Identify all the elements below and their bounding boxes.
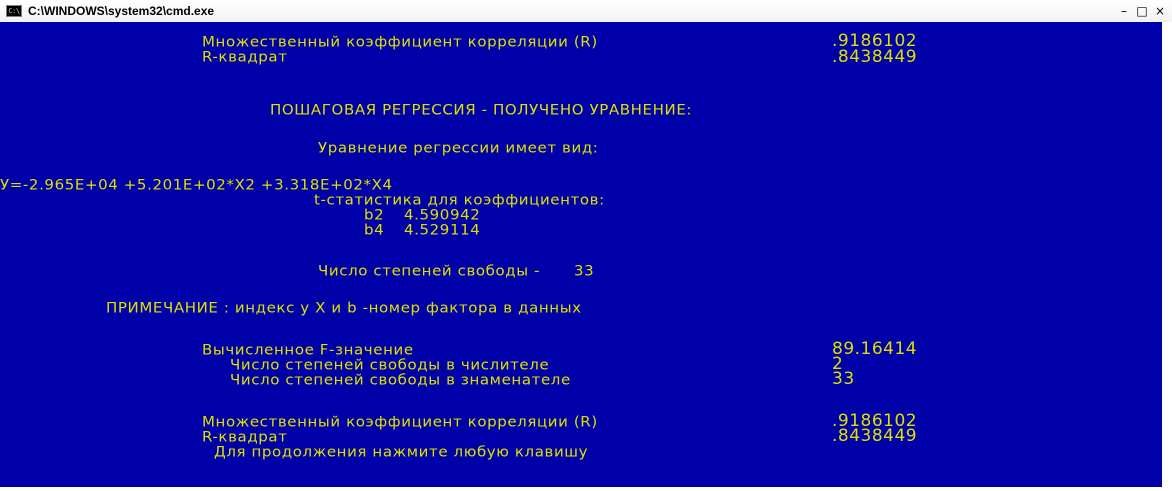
- minimize-button[interactable]: –: [1116, 3, 1132, 18]
- close-button[interactable]: ×: [1152, 3, 1168, 18]
- dof-value: 33: [574, 262, 595, 280]
- t-stat-b2-value: 4.590942: [404, 206, 481, 224]
- continue-prompt: Для продолжения нажмите любую клавишу: [214, 443, 589, 461]
- window-controls: – □ ×: [1116, 3, 1168, 18]
- cmd-window: C:\ C:\WINDOWS\system32\cmd.exe – □ × Мн…: [0, 0, 1172, 491]
- t-stat-b2-name: b2: [364, 206, 385, 224]
- t-stat-b4-name: b4: [364, 221, 385, 239]
- console-icon: C:\: [6, 5, 22, 17]
- dof-label: Число степеней свободы -: [318, 262, 541, 280]
- numerator-dof-label: Число степеней свободы в числителе: [230, 356, 550, 374]
- regression-equation: У=-2.965E+04 +5.201E+02*X2 +3.318E+02*X4: [0, 176, 393, 194]
- top-r2-value: .8438449: [832, 47, 918, 67]
- bottom-r2-value: .8438449: [832, 426, 918, 446]
- bottom-r-label: Множественный коэффициент корреляции (R): [202, 413, 598, 431]
- top-r-label: Множественный коэффициент корреляции (R): [202, 33, 598, 51]
- denominator-dof-label: Число степеней свободы в знаменателе: [230, 371, 571, 389]
- f-value-label: Вычисленное F-значение: [202, 341, 414, 359]
- right-border: [1162, 22, 1172, 487]
- top-r2-label: R-квадрат: [202, 48, 288, 66]
- console-output[interactable]: Множественный коэффициент корреляции (R)…: [0, 22, 1162, 487]
- bottom-border: [0, 487, 1172, 491]
- f-value: 89.16414: [832, 339, 918, 359]
- equation-title: Уравнение регрессии имеет вид:: [318, 139, 599, 157]
- bottom-r2-label: R-квадрат: [202, 428, 288, 446]
- t-stat-b4-value: 4.529114: [404, 221, 481, 239]
- note-line: ПРИМЕЧАНИЕ : индекс у X и b -номер факто…: [106, 299, 582, 317]
- title-bar[interactable]: C:\ C:\WINDOWS\system32\cmd.exe – □ ×: [0, 0, 1172, 22]
- denominator-dof-value: 33: [832, 369, 855, 389]
- maximize-button[interactable]: □: [1134, 3, 1150, 18]
- regression-header: ПОШАГОВАЯ РЕГРЕССИЯ - ПОЛУЧЕНО УРАВНЕНИЕ…: [270, 101, 693, 119]
- window-title: C:\WINDOWS\system32\cmd.exe: [28, 4, 215, 18]
- t-stats-title: t-статистика для коэффициентов:: [314, 191, 605, 209]
